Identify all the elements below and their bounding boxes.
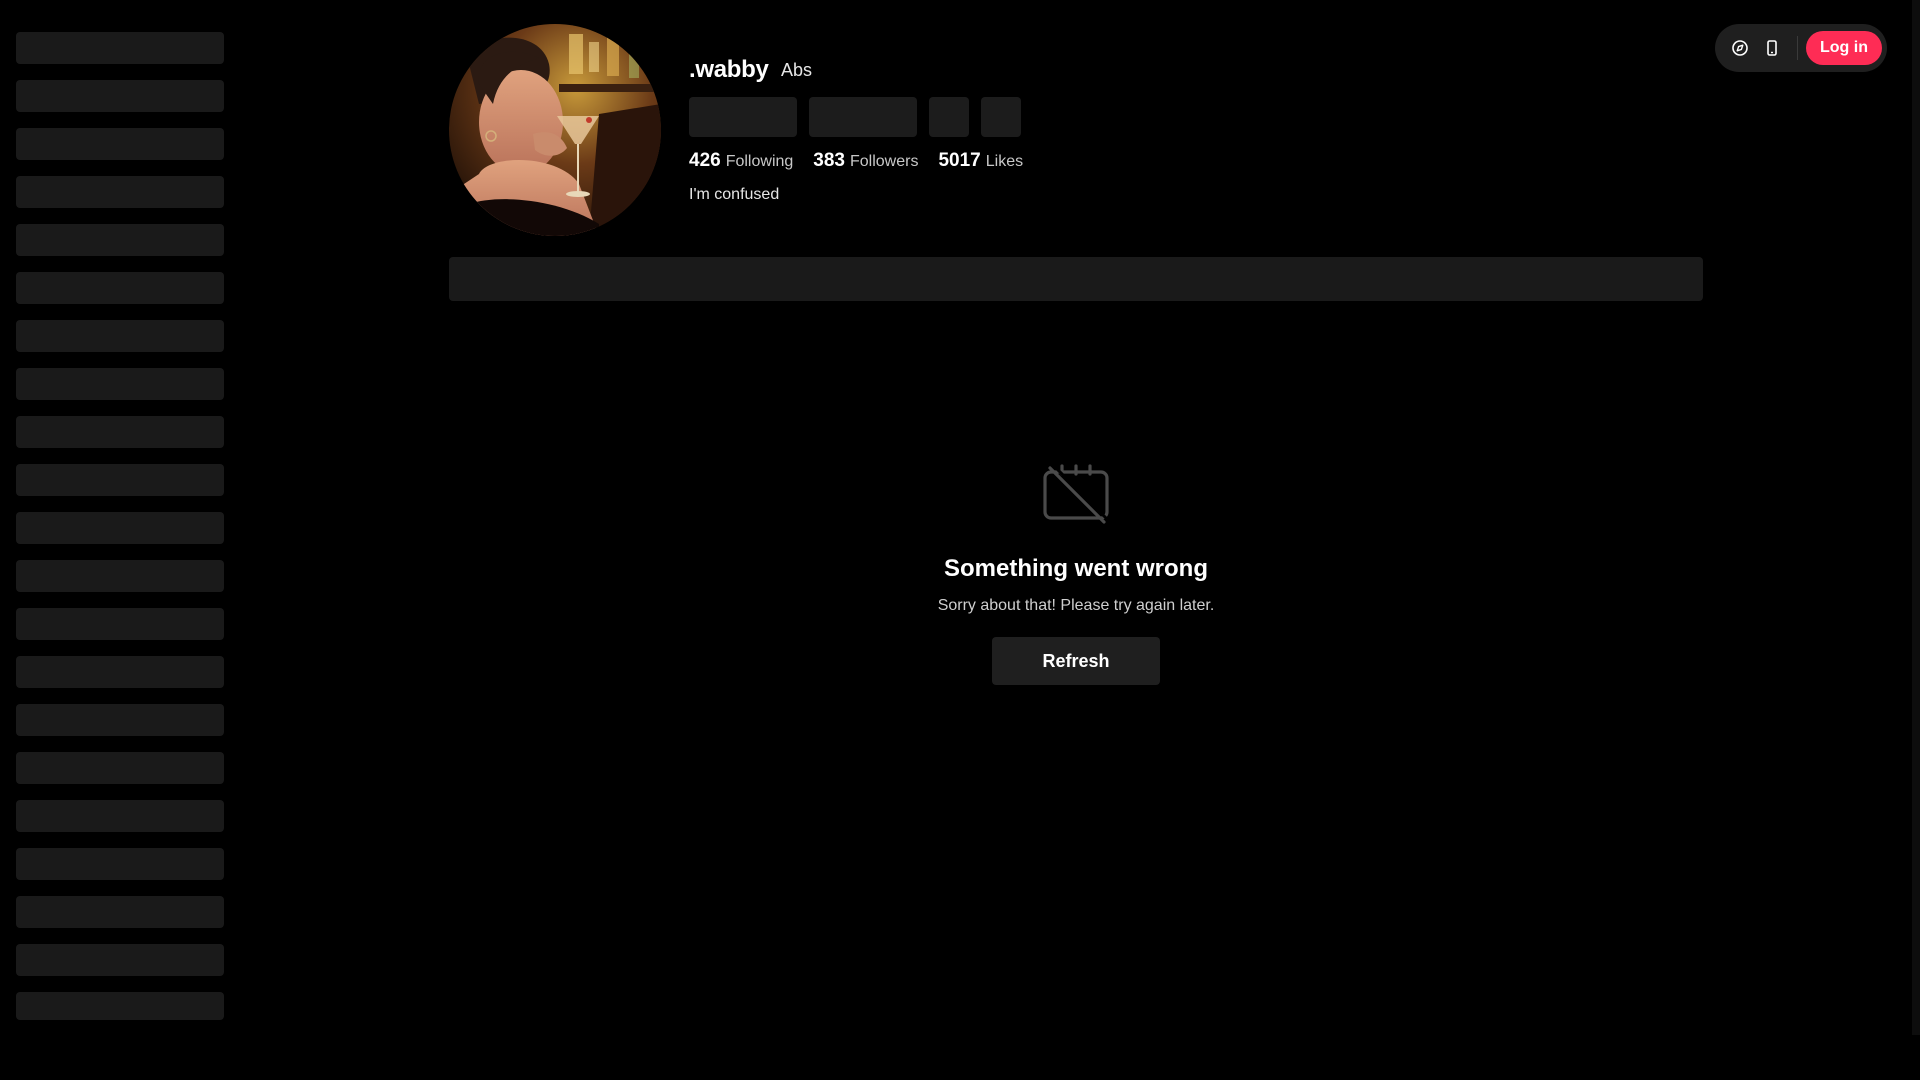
sidebar-skeleton-row: [16, 512, 224, 544]
profile-stats: 426 Following 383 Followers 5017 Likes: [689, 150, 1023, 172]
scrollbar[interactable]: [1912, 0, 1920, 1035]
action-button-skeleton: [809, 97, 917, 137]
sidebar-skeleton-row: [16, 272, 224, 304]
stat-label: Followers: [850, 153, 919, 170]
compass-icon[interactable]: [1725, 33, 1755, 63]
sidebar-skeleton-row: [16, 896, 224, 928]
username: .wabby: [689, 56, 769, 83]
error-message-block: Something went wrong Sorry about that! P…: [860, 555, 1292, 615]
broken-calendar-icon: [1042, 462, 1110, 524]
refresh-button[interactable]: Refresh: [992, 637, 1160, 685]
sidebar-skeleton-row: [16, 80, 224, 112]
action-button-skeleton: [689, 97, 797, 137]
action-button-skeleton: [981, 97, 1021, 137]
sidebar-skeleton-row: [16, 32, 224, 64]
sidebar-skeleton-row: [16, 752, 224, 784]
sidebar-skeleton-row: [16, 464, 224, 496]
error-message: Sorry about that! Please try again later…: [937, 597, 1215, 614]
sidebar-skeleton-row: [16, 320, 224, 352]
mobile-icon[interactable]: [1757, 33, 1787, 63]
nickname: Abs: [781, 60, 813, 80]
action-button-skeleton: [929, 97, 969, 137]
sidebar-skeleton-row: [16, 224, 224, 256]
stat-value: 383: [813, 150, 845, 171]
login-button[interactable]: Log in: [1806, 31, 1882, 65]
sidebar-skeleton-row: [16, 128, 224, 160]
sidebar-skeleton-row: [16, 800, 224, 832]
sidebar-skeleton-row: [16, 656, 224, 688]
sidebar-skeleton-row: [16, 176, 224, 208]
stat-value: 5017: [938, 150, 981, 171]
stat-following[interactable]: 426 Following: [689, 150, 793, 172]
stat-followers[interactable]: 383 Followers: [813, 150, 918, 172]
sidebar-skeleton-row: [16, 944, 224, 976]
stat-value: 426: [689, 150, 721, 171]
sidebar-skeleton-row: [16, 560, 224, 592]
sidebar-skeleton-row: [16, 992, 224, 1020]
avatar[interactable]: [449, 24, 661, 236]
top-controls: Log in: [1715, 24, 1887, 72]
sidebar-skeleton-row: [16, 704, 224, 736]
error-title: Something went wrong: [944, 555, 1208, 582]
tabs-skeleton: [449, 257, 1703, 301]
stat-label: Likes: [985, 153, 1024, 170]
divider: [1797, 36, 1798, 60]
sidebar-skeleton-row: [16, 368, 224, 400]
stat-likes: 5017 Likes: [938, 150, 1023, 172]
stat-label: Following: [725, 153, 794, 170]
profile-bio: I'm confused: [689, 186, 780, 203]
sidebar-skeleton-row: [16, 848, 224, 880]
sidebar-skeleton: [16, 32, 224, 1036]
sidebar-skeleton-row: [16, 416, 224, 448]
sidebar-skeleton-row: [16, 608, 224, 640]
